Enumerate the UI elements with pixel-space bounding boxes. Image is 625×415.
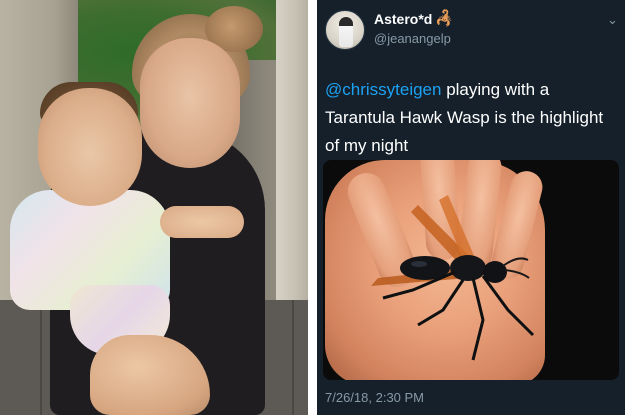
- avatar[interactable]: [325, 10, 365, 50]
- tweet-card: Astero*d 🦂 @jeanangelp ⌄ @chrissyteigen …: [317, 0, 625, 415]
- tweet-media-photo[interactable]: [323, 160, 619, 380]
- mention-link[interactable]: @chrissyteigen: [325, 80, 441, 99]
- display-name[interactable]: Astero*d: [374, 11, 432, 27]
- avatar-person-icon: [339, 17, 353, 47]
- pillar: [276, 0, 308, 300]
- photo-mother-and-baby: [0, 0, 308, 415]
- baby-arm: [160, 206, 244, 238]
- user-handle[interactable]: @jeanangelp: [374, 31, 451, 46]
- baby-face: [38, 88, 142, 206]
- tarantula-hawk-wasp: [371, 195, 535, 361]
- scorpion-emoji-icon: 🦂: [435, 10, 454, 27]
- tweet-text: @chrissyteigen playing with a Tarantula …: [325, 76, 621, 160]
- chevron-down-icon[interactable]: ⌄: [607, 12, 618, 28]
- woman-face: [140, 38, 240, 168]
- tweet-timestamp[interactable]: 7/26/18, 2:30 PM: [325, 390, 424, 405]
- divider: [308, 0, 317, 415]
